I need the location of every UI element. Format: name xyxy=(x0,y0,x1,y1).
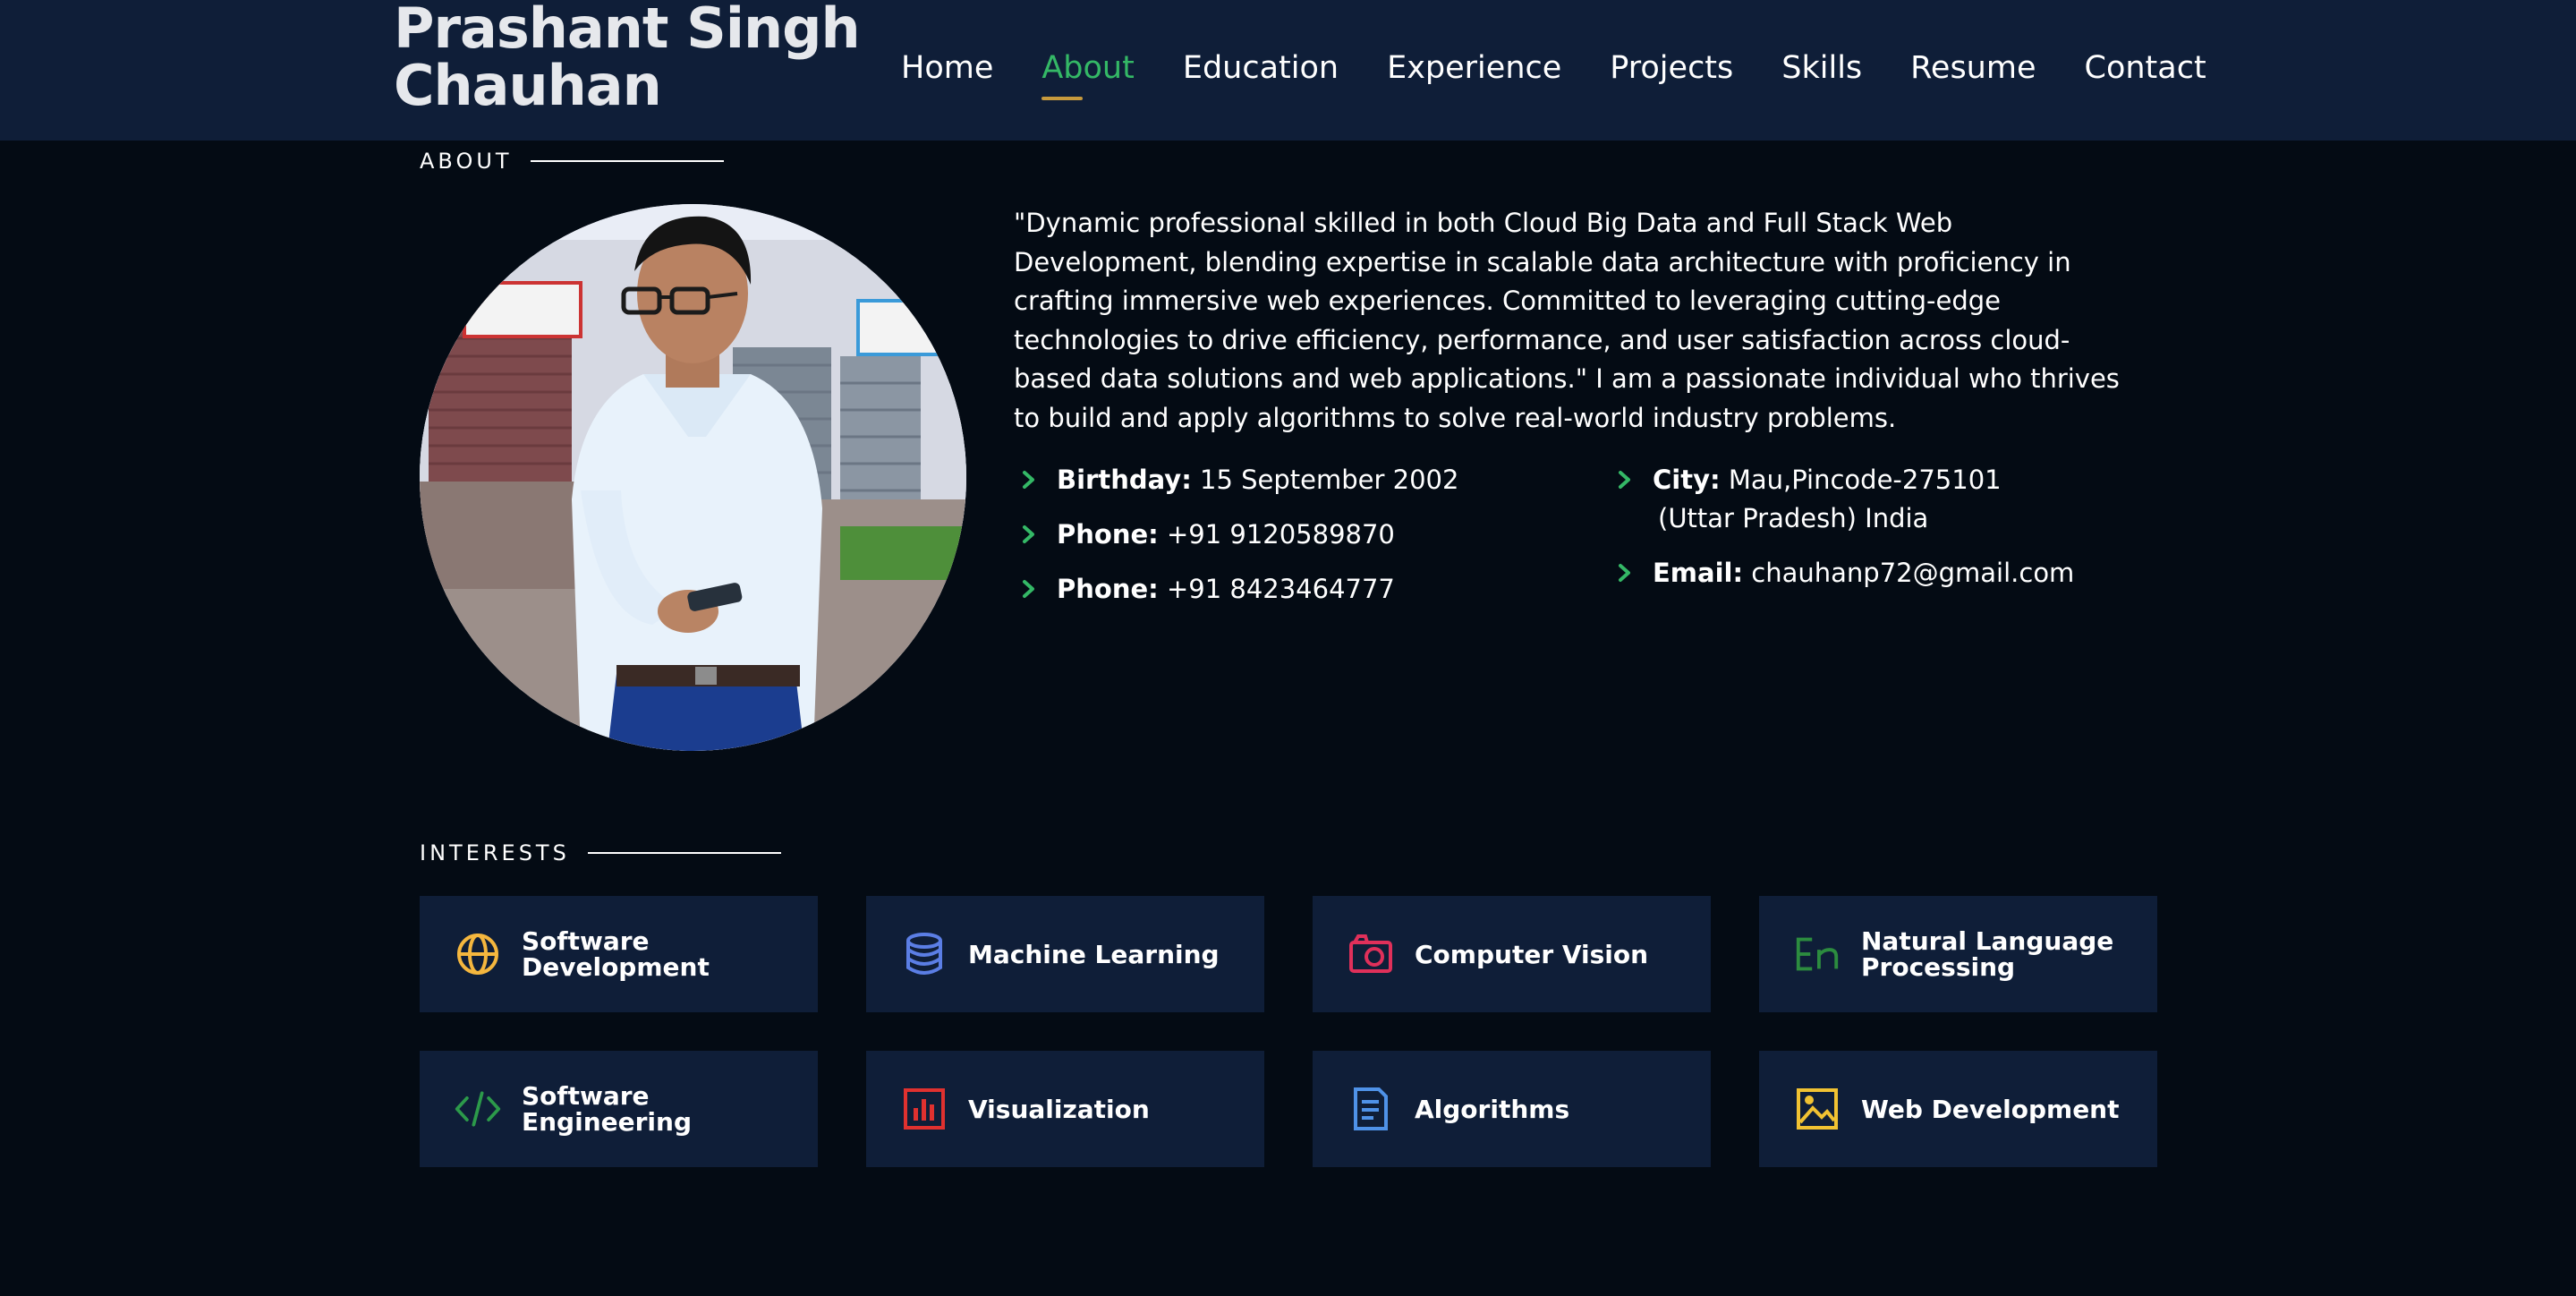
info-value-line-2: (Uttar Pradesh) India xyxy=(1658,503,1929,533)
interest-card-web-development[interactable]: Web Development xyxy=(1759,1051,2157,1167)
interest-card-software-engineering[interactable]: Software Engineering xyxy=(420,1051,818,1167)
info-label: Phone: xyxy=(1057,574,1159,604)
interest-card-computer-vision[interactable]: Computer Vision xyxy=(1313,896,1711,1012)
document-icon xyxy=(1347,1085,1395,1133)
chevron-right-icon xyxy=(1023,471,1034,489)
interest-card-natural-language-processing[interactable]: Natural Language Processing xyxy=(1759,896,2157,1012)
nav-contact[interactable]: Contact xyxy=(2085,45,2206,95)
info-value[interactable]: chauhanp72@gmail.com xyxy=(1751,558,2074,588)
info-value: 15 September 2002 xyxy=(1200,465,1459,495)
interests-title-text: INTERESTS xyxy=(420,840,570,865)
camera-icon xyxy=(1347,930,1395,978)
interest-label: Computer Vision xyxy=(1415,939,1649,969)
info-phone-1: Phone: +91 9120589870 xyxy=(1014,516,1458,554)
language-en-icon xyxy=(1793,930,1841,978)
info-value: Mau,Pincode-275101 xyxy=(1728,465,2002,495)
chevron-right-icon xyxy=(1023,580,1034,598)
profile-photo xyxy=(420,204,966,751)
globe-icon xyxy=(454,930,502,978)
info-column-right: City: Mau,Pincode-275101 (Uttar Pradesh)… xyxy=(1610,461,2074,609)
interest-label: Software Engineering xyxy=(522,1081,692,1137)
interest-label: Web Development xyxy=(1861,1094,2120,1124)
info-label: Email: xyxy=(1653,558,1744,588)
nav-home[interactable]: Home xyxy=(901,45,993,95)
about-title-text: ABOUT xyxy=(420,149,513,174)
interests-section-title: INTERESTS xyxy=(420,840,781,865)
interests-title-line xyxy=(587,852,781,854)
site-logo[interactable]: Prashant Singh Chauhan xyxy=(394,0,877,115)
interest-label: Software Development xyxy=(522,926,710,982)
profile-photo-illustration xyxy=(420,204,966,751)
nav-resume[interactable]: Resume xyxy=(1910,45,2036,95)
chevron-right-icon xyxy=(1619,471,1630,489)
interest-card-algorithms[interactable]: Algorithms xyxy=(1313,1051,1711,1167)
about-section-title: ABOUT xyxy=(420,149,724,174)
nav-education[interactable]: Education xyxy=(1183,45,1339,95)
info-label: Phone: xyxy=(1057,519,1159,550)
info-column-left: Birthday: 15 September 2002 Phone: +91 9… xyxy=(1014,461,1458,625)
interest-card-software-development[interactable]: Software Development xyxy=(420,896,818,1012)
nav-experience[interactable]: Experience xyxy=(1387,45,1561,95)
info-birthday: Birthday: 15 September 2002 xyxy=(1014,461,1458,499)
info-value: +91 8423464777 xyxy=(1166,574,1395,604)
image-icon xyxy=(1793,1085,1841,1133)
interest-label: Machine Learning xyxy=(968,939,1220,969)
logo-line-2: Chauhan xyxy=(394,53,662,118)
interest-card-machine-learning[interactable]: Machine Learning xyxy=(866,896,1264,1012)
info-label: City: xyxy=(1653,465,1721,495)
database-icon xyxy=(900,930,948,978)
logo-line-1: Prashant Singh xyxy=(394,0,861,61)
info-label: Birthday: xyxy=(1057,465,1192,495)
bar-chart-icon xyxy=(900,1085,948,1133)
about-title-line xyxy=(530,160,724,162)
code-icon xyxy=(454,1085,502,1133)
nav-skills[interactable]: Skills xyxy=(1781,45,1862,95)
interest-card-visualization[interactable]: Visualization xyxy=(866,1051,1264,1167)
info-city: City: Mau,Pincode-275101 (Uttar Pradesh)… xyxy=(1610,461,2074,538)
interest-label: Natural Language Processing xyxy=(1861,926,2114,982)
info-value: +91 9120589870 xyxy=(1166,519,1395,550)
nav-about[interactable]: About xyxy=(1041,45,1135,100)
about-bio: "Dynamic professional skilled in both Cl… xyxy=(1014,208,2120,433)
nav-projects[interactable]: Projects xyxy=(1610,45,1733,95)
info-phone-2: Phone: +91 8423464777 xyxy=(1014,570,1458,609)
chevron-right-icon xyxy=(1023,525,1034,543)
main-nav: Home About Education Experience Projects… xyxy=(901,45,2255,100)
interest-label: Algorithms xyxy=(1415,1094,1570,1124)
info-email: Email: chauhanp72@gmail.com xyxy=(1610,554,2074,593)
site-header: Prashant Singh Chauhan Home About Educat… xyxy=(0,0,2576,141)
chevron-right-icon xyxy=(1619,564,1630,582)
interest-label: Visualization xyxy=(968,1094,1150,1124)
